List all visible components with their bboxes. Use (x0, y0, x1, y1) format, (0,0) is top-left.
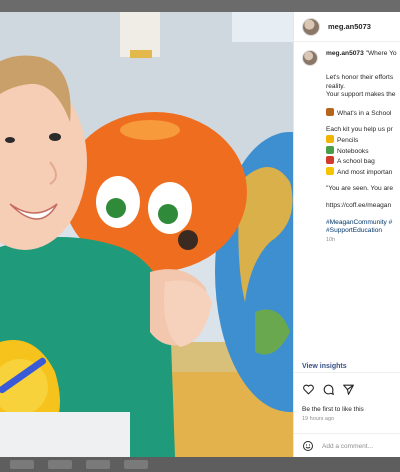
child-photo-illustration (0, 12, 293, 457)
pencil-emoji (326, 134, 334, 143)
user-avatar[interactable] (302, 17, 320, 36)
hashtags[interactable]: #SupportEducation (326, 227, 400, 236)
kit-item: A school bag (326, 156, 400, 167)
likes-text: Be the first to like this (302, 406, 364, 413)
school-kit-line: What's in a School (326, 107, 400, 119)
username-link[interactable]: meg.an5073 (328, 22, 371, 31)
hashtags[interactable]: #MeaganCommunity # (326, 219, 400, 228)
donation-link[interactable]: https://coff.ee/meagan (326, 202, 400, 211)
caption-line: reality. (326, 82, 345, 90)
book-emoji (326, 107, 334, 116)
post-header: meg.an5073 (294, 12, 400, 42)
caption-age: 10h (326, 236, 336, 243)
caption-username[interactable]: meg.an5073 (326, 50, 364, 57)
kit-item: And most importan (326, 166, 400, 178)
caption-line: Let's honor their efforts (326, 74, 394, 81)
backpack-emoji (326, 156, 334, 165)
post-actions: Be the first to like this 19 hours ago A… (294, 372, 400, 457)
kit-item: Notebooks (326, 145, 400, 157)
comment-input[interactable]: Add a comment... (322, 443, 373, 450)
post-caption: meg.an5073 "Where Yo Let's honor their e… (302, 50, 400, 244)
caption-avatar[interactable] (302, 50, 318, 66)
notebook-emoji (326, 145, 334, 154)
post-modal: meg.an5073 meg.an5073 "Where Yo Let's ho… (0, 12, 400, 457)
view-insights-link[interactable]: View insights (302, 363, 347, 370)
comment-icon[interactable] (322, 383, 335, 396)
background-thumbnails (10, 460, 148, 469)
post-timestamp: 19 hours ago (302, 416, 335, 422)
share-icon[interactable] (342, 383, 355, 396)
post-details-panel: meg.an5073 meg.an5073 "Where Yo Let's ho… (293, 12, 400, 457)
comment-bar: Add a comment... (294, 433, 400, 457)
quote-line: "You are seen. You are (326, 185, 393, 193)
post-photo[interactable] (0, 12, 293, 457)
caption-lead: "Where Yo (365, 50, 397, 57)
kit-intro: Each kit you help us pr (326, 126, 393, 134)
heart-icon[interactable] (302, 383, 315, 396)
caption-line: Your support makes the (326, 91, 396, 99)
emoji-icon[interactable] (302, 440, 314, 452)
heart-emoji (326, 166, 334, 175)
kit-item: Pencils (326, 134, 400, 146)
